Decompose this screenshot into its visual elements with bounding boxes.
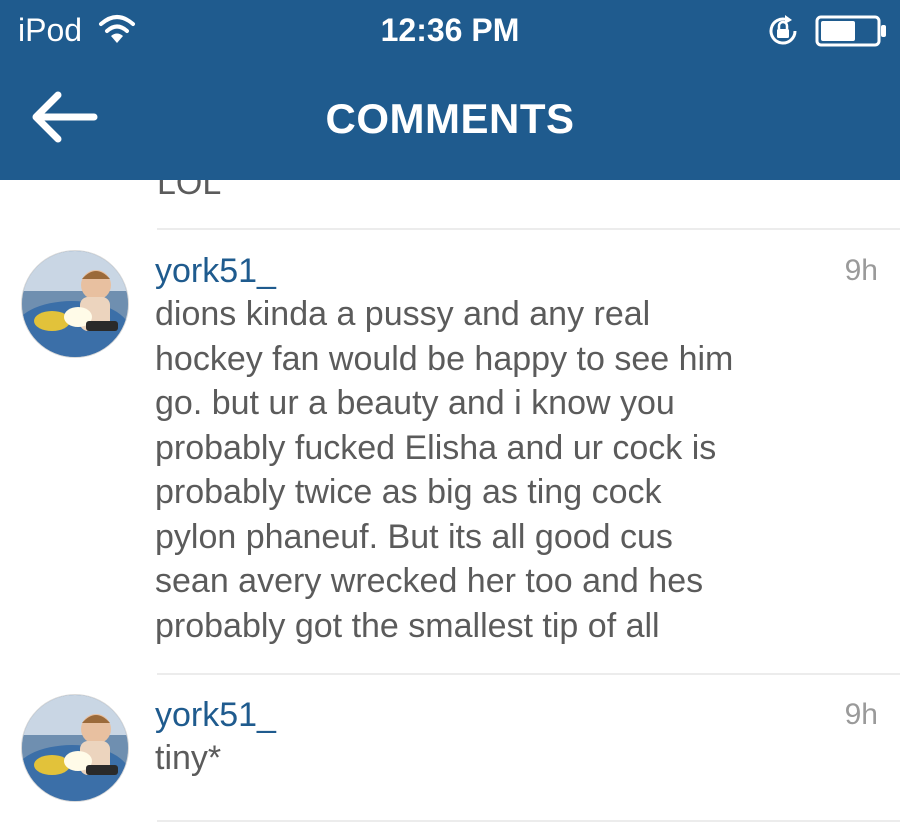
comment-divider [157,673,900,675]
comment-divider [157,820,900,822]
avatar[interactable] [21,250,129,358]
nav-bar: COMMENTS [0,60,900,180]
previous-comment-text: LOL [157,180,222,202]
status-bar: iPod 12:36 PM [0,0,900,60]
comment-text: tiny* [155,739,222,777]
comment-timestamp: 9h [844,254,878,287]
page-title: COMMENTS [325,95,575,142]
comments-list[interactable]: LOL york51_ 9h dions kinda a pussy and a… [0,180,900,827]
comment-timestamp: 9h [844,698,878,731]
comment-username[interactable]: york51_ [155,694,276,736]
rotation-lock-icon [765,13,801,49]
battery-icon [815,15,887,47]
avatar[interactable] [21,694,129,802]
comment-divider [157,228,900,230]
comment-text: dions kinda a pussy and any real hockey … [155,295,734,645]
comment-username[interactable]: york51_ [155,250,276,292]
